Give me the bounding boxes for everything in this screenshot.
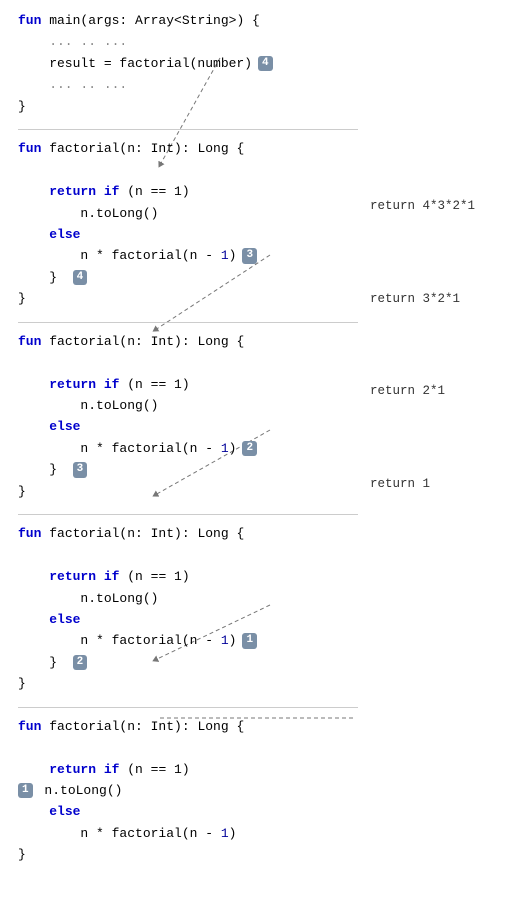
code-line: }: [18, 288, 360, 309]
code-line: ... .. ...: [18, 31, 360, 52]
divider: [18, 514, 358, 515]
code-line: return if (n == 1): [18, 759, 360, 780]
factorial-block-4: fun factorial(n: Int): Long { return if …: [18, 138, 360, 310]
code-line: fun main(args: Array<String>) {: [18, 10, 360, 31]
divider: [18, 129, 358, 130]
badge-2b: 2: [73, 655, 88, 670]
code-line: [18, 545, 360, 566]
code-line: } 4: [18, 267, 360, 288]
code-line: fun factorial(n: Int): Long {: [18, 138, 360, 159]
divider: [18, 322, 358, 323]
divider: [18, 707, 358, 708]
code-line: else: [18, 224, 360, 245]
page-container: fun main(args: Array<String>) { ... .. .…: [0, 0, 510, 909]
code-line: [18, 737, 360, 758]
code-line: }: [18, 96, 360, 117]
code-line: fun factorial(n: Int): Long {: [18, 523, 360, 544]
code-line: n.toLong(): [18, 395, 360, 416]
annotation-column: return 4*3*2*1 return 3*2*1 return 2*1 r…: [360, 10, 510, 899]
code-line: n * factorial(n - 1)3: [18, 245, 360, 266]
code-line: [18, 160, 360, 181]
badge-2: 2: [242, 441, 257, 456]
code-line: else: [18, 416, 360, 437]
annotation-text-4: return 1: [370, 477, 430, 491]
code-line: fun factorial(n: Int): Long {: [18, 331, 360, 352]
factorial-block-3: fun factorial(n: Int): Long { return if …: [18, 331, 360, 503]
code-line: } 3: [18, 459, 360, 480]
code-line: [18, 352, 360, 373]
badge-1: 1: [242, 633, 257, 648]
badge-1b: 1: [18, 783, 33, 798]
factorial-block-2: fun factorial(n: Int): Long { return if …: [18, 523, 360, 695]
annotation-3: return 2*1: [370, 381, 510, 402]
code-line: } 2: [18, 652, 360, 673]
code-line: return if (n == 1): [18, 374, 360, 395]
code-column: fun main(args: Array<String>) { ... .. .…: [0, 10, 360, 899]
code-line: n * factorial(n - 1): [18, 823, 360, 844]
code-line: n.toLong(): [18, 588, 360, 609]
code-line: n * factorial(n - 1)2: [18, 438, 360, 459]
annotation-2: return 3*2*1: [370, 289, 510, 310]
factorial-block-1: fun factorial(n: Int): Long { return if …: [18, 716, 360, 866]
code-line: result = factorial(number)4: [18, 53, 360, 74]
code-line: fun factorial(n: Int): Long {: [18, 716, 360, 737]
annotation-4: return 1: [370, 474, 510, 495]
annotation-text-1: return 4*3*2*1: [370, 199, 475, 213]
code-line: n.toLong(): [18, 203, 360, 224]
code-line: }: [18, 481, 360, 502]
code-line: ... .. ...: [18, 74, 360, 95]
badge-4: 4: [258, 56, 273, 71]
code-line: n * factorial(n - 1)1: [18, 630, 360, 651]
badge-3b: 3: [73, 462, 88, 477]
code-line: return if (n == 1): [18, 181, 360, 202]
code-line: 1 n.toLong(): [18, 780, 360, 801]
code-line: return if (n == 1): [18, 566, 360, 587]
code-line: }: [18, 673, 360, 694]
badge-3: 3: [242, 248, 257, 263]
annotation-1: return 4*3*2*1: [370, 196, 510, 217]
badge-4b: 4: [73, 270, 88, 285]
annotation-text-2: return 3*2*1: [370, 292, 460, 306]
annotation-text-3: return 2*1: [370, 384, 445, 398]
code-line: else: [18, 801, 360, 822]
main-block: fun main(args: Array<String>) { ... .. .…: [18, 10, 360, 117]
code-line: else: [18, 609, 360, 630]
code-line: }: [18, 844, 360, 865]
